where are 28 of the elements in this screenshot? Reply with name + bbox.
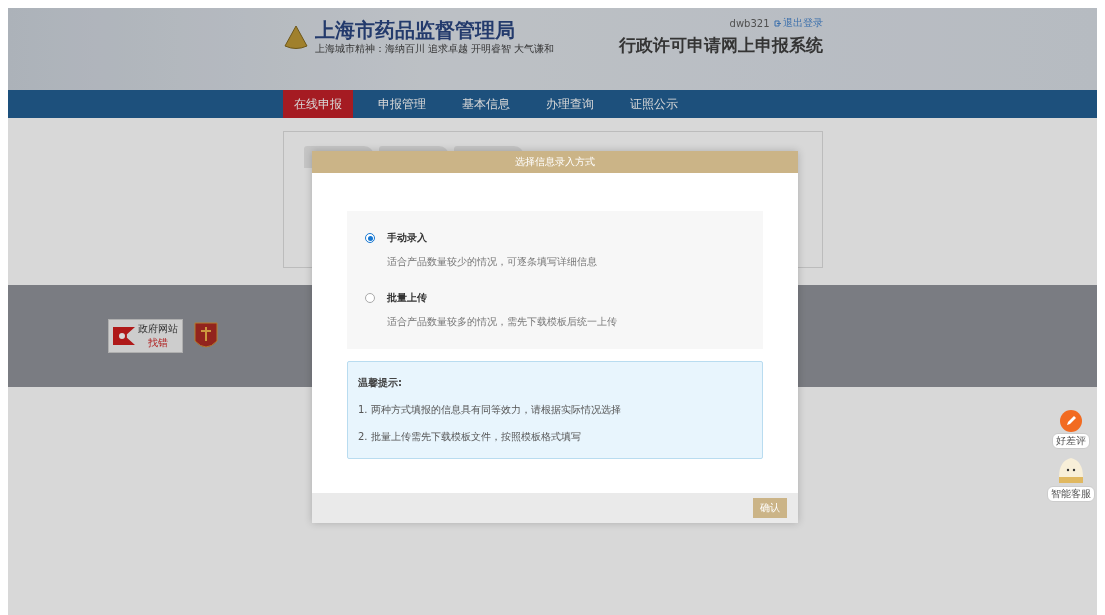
tip-text: 2. 批量上传需先下载模板文件，按照模板格式填写: [358, 430, 582, 444]
nav-tab[interactable]: 证照公示: [618, 90, 689, 118]
badge-subtitle: 找错: [148, 336, 168, 350]
badge-title: 政府网站: [138, 322, 178, 336]
nav-tab[interactable]: 办理查询: [534, 90, 605, 118]
pencil-icon[interactable]: [1060, 410, 1082, 432]
radio-button[interactable]: [365, 293, 375, 303]
bun-mascot-icon[interactable]: [1056, 455, 1086, 485]
nav-tab[interactable]: 申报管理: [366, 90, 437, 118]
tips-title: 温馨提示:: [358, 376, 403, 390]
nav-tab[interactable]: 基本信息: [450, 90, 521, 118]
error-report-badge[interactable]: 政府网站 找错: [108, 319, 183, 353]
agency-title: 上海市药品监督管理局: [314, 17, 516, 42]
logout-icon: [773, 19, 781, 27]
option-description: 适合产品数量较多的情况，需先下载模板后统一上传: [386, 315, 618, 329]
tip-text: 1. 两种方式填报的信息具有同等效力，请根据实际情况选择: [358, 403, 622, 417]
slogan-text: 上海城市精神：海纳百川 追求卓越 开明睿智 大气谦和: [314, 41, 555, 56]
username-text: dwb321: [729, 17, 770, 29]
emblem-icon: [282, 23, 309, 50]
nav-tab[interactable]: 在线申报: [282, 90, 353, 118]
widget-label[interactable]: 智能客服: [1047, 486, 1095, 502]
system-title: 行政许可申请网上申报系统: [618, 34, 823, 57]
dialog-title: 选择信息录入方式: [312, 151, 798, 173]
option-description: 适合产品数量较少的情况，可逐条填写详细信息: [386, 255, 598, 269]
widget-label[interactable]: 好差评: [1052, 433, 1090, 449]
option-label[interactable]: 批量上传: [387, 291, 427, 305]
option-label[interactable]: 手动录入: [387, 231, 427, 245]
radio-button[interactable]: [365, 233, 375, 243]
